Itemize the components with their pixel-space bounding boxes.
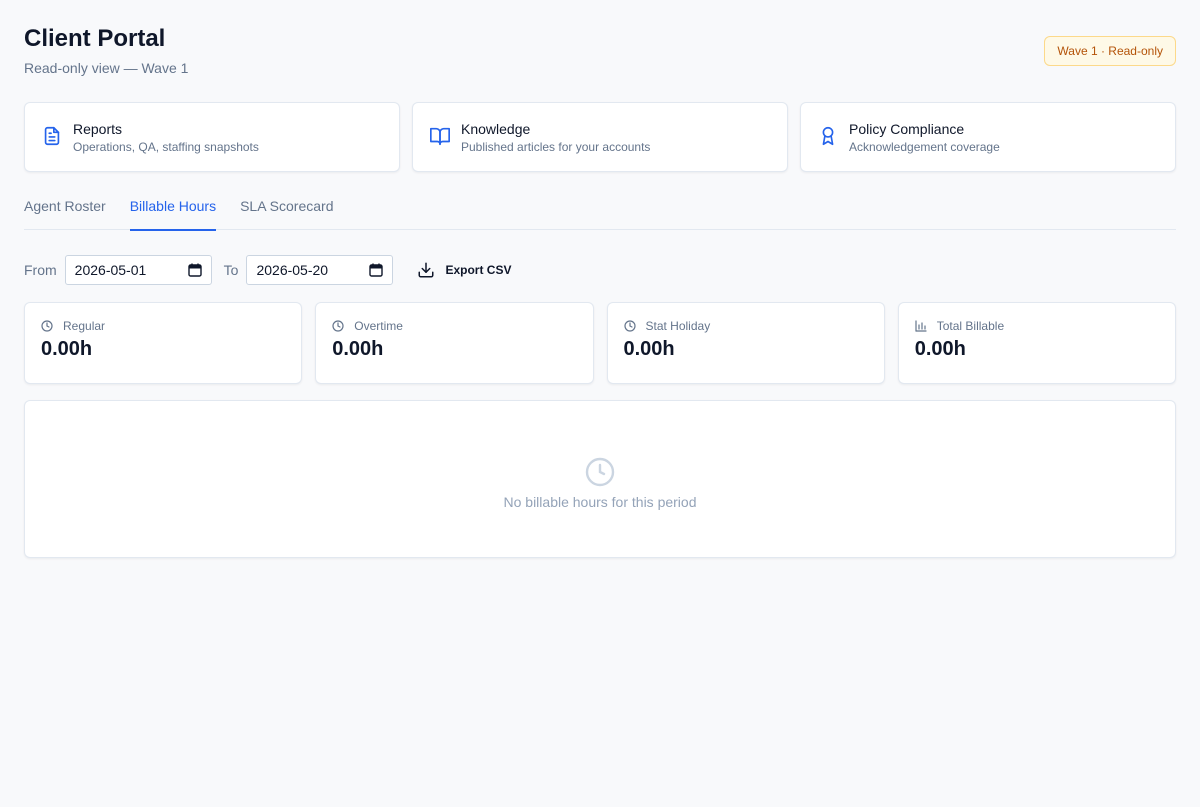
reports-title: Reports bbox=[73, 120, 123, 137]
award-icon bbox=[822, 126, 834, 146]
stat-cards: Regular 0.00h Overtime 0.00h Stat Holida… bbox=[24, 302, 1176, 384]
from-label: From bbox=[24, 262, 57, 278]
to-date-input[interactable]: 2026-05-20 bbox=[246, 255, 394, 285]
date-filters: From 2026-05-01 To 2026-05-20 Export CSV bbox=[24, 255, 511, 285]
tab-bar: Agent Roster Billable Hours SLA Scorecar… bbox=[24, 190, 1176, 231]
bar-chart-icon bbox=[915, 320, 927, 332]
empty-state-message: No billable hours for this period bbox=[503, 494, 697, 510]
book-icon bbox=[430, 127, 450, 146]
empty-state: No billable hours for this period bbox=[24, 400, 1176, 558]
stat-card-overtime: Overtime 0.00h bbox=[315, 302, 594, 384]
stat-label: Total Billable bbox=[936, 319, 1005, 333]
tab-sla-scorecard[interactable]: SLA Scorecard bbox=[240, 190, 333, 230]
calendar-icon[interactable] bbox=[369, 263, 384, 277]
page-title: Client Portal bbox=[24, 25, 166, 52]
knowledge-desc: Published articles for your accounts bbox=[461, 139, 651, 154]
page-subtitle: Read-only view — Wave 1 bbox=[24, 60, 189, 76]
page-header: Client Portal Read-only view — Wave 1 Wa… bbox=[24, 24, 1176, 84]
knowledge-title: Knowledge bbox=[461, 120, 531, 137]
clock-icon bbox=[623, 320, 636, 332]
tab-agent-roster[interactable]: Agent Roster bbox=[24, 190, 106, 230]
to-label: To bbox=[223, 262, 239, 278]
to-date-value: 2026-05-20 bbox=[256, 262, 329, 278]
knowledge-card[interactable]: Knowledge Published articles for your ac… bbox=[412, 102, 788, 172]
quicklinks: Reports Operations, QA, staffing snapsho… bbox=[24, 102, 1176, 172]
export-csv-button[interactable]: Export CSV bbox=[417, 261, 511, 279]
stat-label: Regular bbox=[63, 319, 106, 333]
download-icon bbox=[418, 262, 434, 278]
stat-value: 0.00h bbox=[41, 338, 93, 360]
document-icon bbox=[44, 126, 60, 146]
from-date-value: 2026-05-01 bbox=[74, 262, 147, 278]
clock-icon bbox=[332, 320, 344, 332]
stat-value: 0.00h bbox=[332, 338, 384, 360]
stat-card-regular: Regular 0.00h bbox=[24, 302, 303, 384]
policy-compliance-desc: Acknowledgement coverage bbox=[849, 139, 1000, 154]
reports-card[interactable]: Reports Operations, QA, staffing snapsho… bbox=[24, 102, 400, 172]
clock-icon bbox=[585, 457, 615, 487]
stat-value: 0.00h bbox=[914, 338, 966, 360]
stat-label: Overtime bbox=[354, 319, 403, 333]
stat-value: 0.00h bbox=[623, 338, 675, 360]
stat-label: Stat Holiday bbox=[645, 319, 711, 333]
calendar-icon[interactable] bbox=[187, 263, 202, 277]
policy-compliance-card[interactable]: Policy Compliance Acknowledgement covera… bbox=[800, 102, 1176, 172]
stat-card-total-billable: Total Billable 0.00h bbox=[897, 302, 1176, 384]
from-date-input[interactable]: 2026-05-01 bbox=[64, 255, 212, 285]
export-csv-label: Export CSV bbox=[445, 263, 512, 277]
policy-compliance-title: Policy Compliance bbox=[849, 120, 965, 137]
clock-icon bbox=[41, 320, 53, 332]
stat-card-stat-holiday: Stat Holiday 0.00h bbox=[606, 302, 885, 384]
status-badge: Wave 1 · Read-only bbox=[1044, 36, 1176, 66]
tab-billable-hours[interactable]: Billable Hours bbox=[129, 190, 217, 231]
reports-desc: Operations, QA, staffing snapshots bbox=[73, 139, 259, 154]
